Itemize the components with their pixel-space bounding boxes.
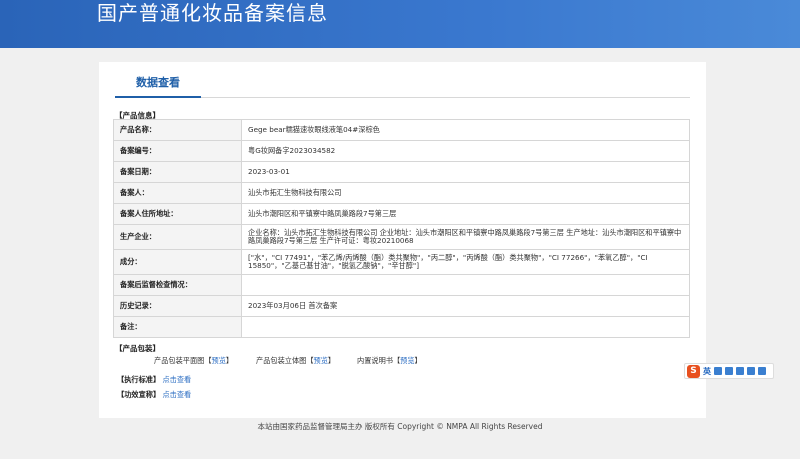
row-label-remarks: 备注： [113, 316, 242, 338]
table-row: 备注： [113, 316, 690, 338]
row-label-filer-address: 备案人住所地址： [113, 203, 242, 225]
efficacy-row: 【功效宣称】 点击查看 [117, 390, 191, 400]
table-row: 成分： ["水"，"CI 77491"，"苯乙烯/丙烯酸（酯）类共聚物"，"丙二… [113, 249, 690, 275]
header-banner: 国产普通化妆品备案信息 [0, 0, 800, 48]
row-value-inspection [241, 274, 690, 296]
row-value-history: 2023年03月06日 首次备案 [241, 295, 690, 317]
table-row: 生产企业： 企业名称：汕头市拓汇生物科技有限公司 企业地址：汕头市潮阳区和平镇寮… [113, 224, 690, 250]
efficacy-label: 【功效宣称】 [117, 390, 161, 399]
row-label-product-name: 产品名称： [113, 119, 242, 141]
row-label-manufacturer: 生产企业： [113, 224, 242, 250]
table-row: 备案编号： 粤G妆网备字2023034582 [113, 140, 690, 162]
table-row: 产品名称： Gege bear糯猫速妆眼线液笔04#深棕色 [113, 119, 690, 141]
package-item-manual: 内置说明书【预览】 [357, 356, 422, 365]
ime-punctuation-icon[interactable] [714, 367, 722, 375]
package-item-flat: 产品包装平面图【预览】 [154, 356, 234, 365]
row-value-filer: 汕头市拓汇生物科技有限公司 [241, 182, 690, 204]
row-label-inspection: 备案后监督检查情况： [113, 274, 242, 296]
row-label-filer: 备案人： [113, 182, 242, 204]
ime-logo-icon: S [687, 364, 700, 378]
table-row: 备案人住所地址： 汕头市潮阳区和平镇寮中路凤巢路段7号第三层 [113, 203, 690, 225]
row-value-product-name: Gege bear糯猫速妆眼线液笔04#深棕色 [241, 119, 690, 141]
preview-link-3d[interactable]: 预览 [314, 356, 328, 365]
ime-keyboard-icon[interactable] [736, 367, 744, 375]
section-product-pack: 【产品包装】 [115, 344, 160, 353]
footer-copyright: 本站由国家药品监督管理局主办 版权所有 Copyright © NMPA All… [257, 422, 543, 431]
preview-link-manual[interactable]: 预览 [400, 356, 414, 365]
row-label-filing-number: 备案编号： [113, 140, 242, 162]
ime-grid-icon[interactable] [758, 367, 766, 375]
row-value-ingredients: ["水"，"CI 77491"，"苯乙烯/丙烯酸（酯）类共聚物"，"丙二醇"，"… [241, 249, 690, 275]
ime-lang-toggle[interactable]: 英 [703, 366, 711, 377]
table-row: 备案后监督检查情况： [113, 274, 690, 296]
preview-link-flat[interactable]: 预览 [212, 356, 226, 365]
package-item-name: 产品包装平面图 [154, 356, 205, 365]
standards-view-link[interactable]: 点击查看 [162, 375, 191, 384]
table-row: 历史记录： 2023年03月06日 首次备案 [113, 295, 690, 317]
row-label-history: 历史记录： [113, 295, 242, 317]
tab-data-view[interactable]: 数据查看 [115, 74, 201, 96]
ime-toolbar[interactable]: S 英 [684, 363, 774, 379]
table-row: 备案日期： 2023-03-01 [113, 161, 690, 183]
standards-row: 【执行标准】 点击查看 [117, 375, 191, 385]
package-item-3d: 产品包装立体图【预览】 [256, 356, 336, 365]
package-item-name: 内置说明书 [357, 356, 393, 365]
row-value-filing-date: 2023-03-01 [241, 161, 690, 183]
row-label-ingredients: 成分： [113, 249, 242, 275]
ime-microphone-icon[interactable] [725, 367, 733, 375]
row-label-filing-date: 备案日期： [113, 161, 242, 183]
tab-active-underline [115, 96, 201, 98]
table-row: 备案人： 汕头市拓汇生物科技有限公司 [113, 182, 690, 204]
row-value-filer-address: 汕头市潮阳区和平镇寮中路凤巢路段7号第三层 [241, 203, 690, 225]
package-item-name: 产品包装立体图 [256, 356, 307, 365]
ime-skin-icon[interactable] [747, 367, 755, 375]
row-value-remarks [241, 316, 690, 338]
standards-label: 【执行标准】 [117, 375, 161, 384]
info-table: 产品名称： Gege bear糯猫速妆眼线液笔04#深棕色 备案编号： 粤G妆网… [113, 119, 690, 338]
row-value-filing-number: 粤G妆网备字2023034582 [241, 140, 690, 162]
row-value-manufacturer: 企业名称：汕头市拓汇生物科技有限公司 企业地址：汕头市潮阳区和平镇寮中路凤巢路段… [241, 224, 690, 250]
page-title: 国产普通化妆品备案信息 [97, 1, 328, 25]
tab-divider [201, 97, 690, 98]
efficacy-view-link[interactable]: 点击查看 [162, 390, 191, 399]
